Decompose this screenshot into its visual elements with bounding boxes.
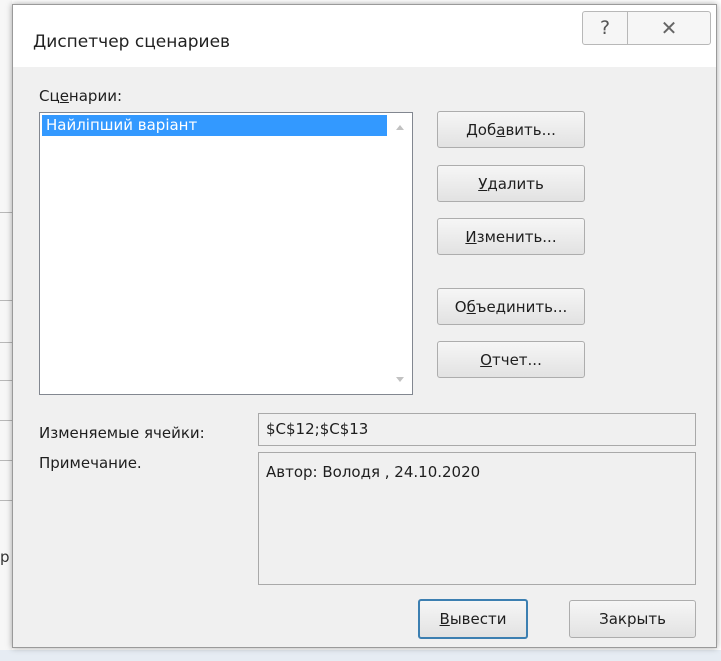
show-button[interactable]: Вывести — [418, 599, 528, 639]
close-button[interactable]: Закрыть — [569, 600, 696, 638]
delete-label-mnemonic: У — [478, 174, 488, 193]
worksheet-gridline — [0, 420, 12, 421]
scenarios-list[interactable]: Найліпший варіант — [39, 112, 413, 395]
worksheet-gridline — [0, 212, 12, 213]
merge-label-part: ъединить... — [475, 297, 568, 316]
report-label-mnemonic: О — [480, 350, 492, 369]
dialog-title: Диспетчер сценариев — [33, 32, 231, 52]
scenarios-label-mnemonic: е — [59, 87, 69, 105]
show-label-mnemonic: В — [439, 610, 450, 628]
add-button[interactable]: Доб а вить... — [437, 111, 585, 148]
add-label-mnemonic: а — [496, 120, 506, 139]
changing-cells-field: $C$12;$C$13 — [258, 413, 696, 446]
changing-cells-label: Изменяемые ячейки: — [39, 424, 205, 442]
worksheet-cell-text: р — [0, 548, 10, 566]
add-label-part: вить... — [505, 120, 556, 139]
delete-label-part: далить — [487, 174, 544, 193]
scenarios-label: Сценарии: — [39, 87, 122, 105]
edit-label-mnemonic: И — [465, 227, 477, 246]
question-icon: ? — [599, 17, 611, 39]
delete-button[interactable]: Удалить — [437, 165, 585, 202]
worksheet-gridline — [0, 460, 12, 461]
comment-field: Автор: Володя , 24.10.2020 — [258, 452, 696, 585]
close-x-icon: ✕ — [660, 16, 678, 40]
worksheet-bottom — [0, 650, 721, 661]
edit-button[interactable]: Изменить... — [437, 218, 585, 255]
show-label-part: ывести — [449, 610, 507, 628]
report-label-part: тчет... — [491, 350, 542, 369]
scenarios-label-part: Сц — [39, 87, 60, 105]
worksheet-gridline — [0, 380, 12, 381]
merge-label-mnemonic: б — [466, 297, 476, 316]
merge-label-part: О — [454, 297, 467, 316]
comment-label: Примечание. — [39, 454, 142, 472]
title-bar: Диспетчер сценариев ? ✕ — [13, 5, 716, 67]
help-button[interactable]: ? — [582, 11, 628, 45]
scroll-up-arrow-icon[interactable] — [396, 125, 404, 130]
report-button[interactable]: Отчет... — [437, 341, 585, 378]
scroll-down-arrow-icon[interactable] — [396, 377, 404, 382]
scenarios-label-part: нарии: — [68, 87, 122, 105]
merge-button[interactable]: Об ъединить... — [437, 288, 585, 325]
close-window-button[interactable]: ✕ — [627, 11, 711, 45]
worksheet-gridline — [0, 500, 12, 501]
edit-label-part: зменить... — [476, 227, 557, 246]
worksheet-gridline — [0, 342, 12, 343]
scenario-item[interactable]: Найліпший варіант — [42, 115, 387, 136]
worksheet-gridline — [0, 300, 12, 301]
list-scrollbar[interactable] — [390, 113, 412, 394]
add-label-part: Доб — [466, 120, 497, 139]
scenario-manager-dialog: Диспетчер сценариев ? ✕ Сценарии: Найліп… — [12, 4, 717, 648]
